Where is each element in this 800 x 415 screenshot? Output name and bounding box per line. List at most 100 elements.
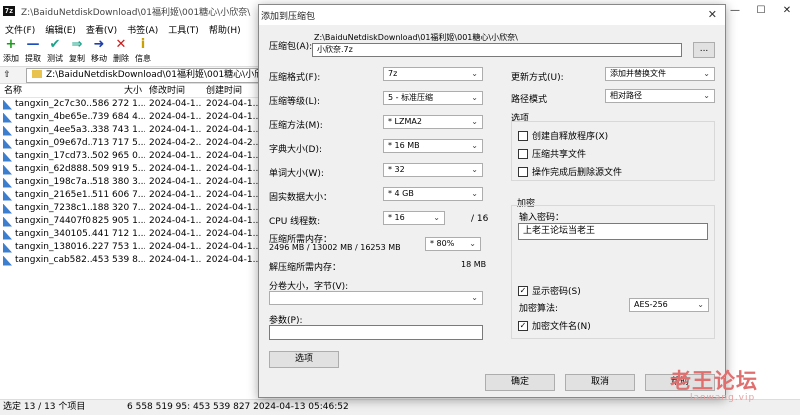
ok-button[interactable]: 确定 xyxy=(485,374,555,391)
password-input[interactable]: 上老王论坛当老王 xyxy=(518,223,708,240)
threads-select[interactable]: * 16 ⌄ xyxy=(383,211,445,225)
checkbox-box xyxy=(518,148,528,159)
show-password-checkbox[interactable]: ✓ 显示密码(S) xyxy=(518,284,581,297)
delete-after-checkbox[interactable]: 操作完成后删除源文件 xyxy=(518,165,622,178)
file-name: tangxin_2165e1... xyxy=(15,190,92,200)
encryption-method-select[interactable]: AES-256 ⌄ xyxy=(629,298,709,312)
file-name: tangxin_74407f0... xyxy=(15,216,92,226)
delete-button[interactable]: ✕ 删除 xyxy=(110,37,132,65)
menu-help[interactable]: 帮助(H) xyxy=(204,23,246,36)
up-folder-icon[interactable]: ⇧ xyxy=(0,70,14,80)
shared-files-checkbox[interactable]: 压缩共享文件 xyxy=(518,147,586,160)
menu-file[interactable]: 文件(F) xyxy=(0,23,40,36)
maximize-icon[interactable]: ☐ xyxy=(748,0,774,22)
parameters-input[interactable] xyxy=(269,325,483,340)
copy-label: 复制 xyxy=(69,54,85,63)
video-file-icon xyxy=(3,138,12,149)
sfx-checkbox[interactable]: 创建自释放程序(X) xyxy=(518,129,608,142)
move-icon: ➜ xyxy=(93,37,105,52)
move-button[interactable]: ➜ 移动 xyxy=(88,37,110,65)
archive-name-input[interactable]: 小欣奈.7z xyxy=(312,43,682,57)
encryption-method-value: AES-256 xyxy=(634,300,668,309)
file-mtime-cell: 2024-04-1... xyxy=(149,242,202,252)
column-name[interactable]: 名称 xyxy=(0,85,92,97)
table-row[interactable]: tangxin_17cd73... 502 965 0... 2024-04-1..… xyxy=(0,150,260,163)
video-file-icon xyxy=(3,229,12,240)
table-row[interactable]: tangxin_09e67d... 713 717 5... 2024-04-2..… xyxy=(0,137,260,150)
close-icon[interactable]: ✕ xyxy=(774,0,800,22)
file-name-cell: tangxin_2c7c30... xyxy=(0,98,92,111)
shared-files-label: 压缩共享文件 xyxy=(532,150,587,160)
column-created[interactable]: 创建时间 xyxy=(202,85,260,97)
file-size-cell: 509 919 5... xyxy=(92,164,145,174)
table-row[interactable]: tangxin_340105... 441 712 1... 2024-04-1..… xyxy=(0,228,260,241)
column-modified[interactable]: 修改时间 xyxy=(145,85,202,97)
memory-percent-select[interactable]: * 80% ⌄ xyxy=(425,237,481,251)
dictionary-value: * 16 MB xyxy=(388,141,420,150)
test-button[interactable]: ✔ 测试 xyxy=(44,37,66,65)
browse-button[interactable]: ... xyxy=(693,42,715,58)
table-row[interactable]: tangxin_4ee5a3... 338 743 1... 2024-04-1..… xyxy=(0,124,260,137)
add-icon: + xyxy=(5,37,17,52)
extract-icon: — xyxy=(26,37,40,52)
info-button[interactable]: i 信息 xyxy=(132,37,154,65)
decompress-memory-label: 解压缩所需内存： xyxy=(269,263,342,273)
file-name: tangxin_138016... xyxy=(15,242,92,252)
column-size[interactable]: 大小 xyxy=(92,85,145,97)
file-size-cell: 511 606 7... xyxy=(92,190,145,200)
status-selection: 选定 13 / 13 个项目 xyxy=(3,402,86,412)
show-password-label: 显示密码(S) xyxy=(532,287,581,297)
threads-label: CPU 线程数: xyxy=(269,217,321,227)
method-select[interactable]: * LZMA2 ⌄ xyxy=(383,115,483,129)
table-row[interactable]: tangxin_62d888... 509 919 5... 2024-04-1..… xyxy=(0,163,260,176)
table-row[interactable]: tangxin_198c7a... 518 380 3... 2024-04-1..… xyxy=(0,176,260,189)
word-size-value: * 32 xyxy=(388,165,405,174)
table-row[interactable]: tangxin_cab582... 453 539 8... 2024-04-1..… xyxy=(0,254,260,267)
file-name: tangxin_2c7c30... xyxy=(15,99,92,109)
close-icon[interactable]: ✕ xyxy=(708,8,717,21)
chevron-down-icon: ⌄ xyxy=(471,69,478,78)
table-row[interactable]: tangxin_2c7c30... 586 272 1... 2024-04-1..… xyxy=(0,98,260,111)
add-button[interactable]: + 添加 xyxy=(0,37,22,65)
word-size-select[interactable]: * 32 ⌄ xyxy=(383,163,483,177)
table-row[interactable]: tangxin_7238c1... 188 320 7... 2024-04-1..… xyxy=(0,202,260,215)
file-name: tangxin_4be65e... xyxy=(15,112,92,122)
table-row[interactable]: tangxin_4be65e... 739 684 4... 2024-04-1..… xyxy=(0,111,260,124)
menu-view[interactable]: 查看(V) xyxy=(81,23,122,36)
volume-size-select[interactable]: ⌄ xyxy=(269,291,483,305)
file-list: 名称 大小 修改时间 创建时间 tangxin_2c7c30... 586 272… xyxy=(0,85,260,397)
solid-block-value: * 4 GB xyxy=(388,189,414,198)
video-file-icon xyxy=(3,190,12,201)
table-row[interactable]: tangxin_2165e1... 511 606 7... 2024-04-1..… xyxy=(0,189,260,202)
file-name-cell: tangxin_4be65e... xyxy=(0,111,92,124)
update-mode-select[interactable]: 添加并替换文件 ⌄ xyxy=(605,67,715,81)
table-row[interactable]: tangxin_74407f0... 825 905 1... 2024-04-1.… xyxy=(0,215,260,228)
path-mode-select[interactable]: 相对路径 ⌄ xyxy=(605,89,715,103)
dictionary-select[interactable]: * 16 MB ⌄ xyxy=(383,139,483,153)
app-icon: 7z xyxy=(3,6,15,16)
options-button[interactable]: 选项 xyxy=(269,351,339,368)
menu-bookmarks[interactable]: 书签(A) xyxy=(122,23,163,36)
menu-edit[interactable]: 编辑(E) xyxy=(40,23,81,36)
file-name: tangxin_17cd73... xyxy=(15,151,92,161)
extract-label: 提取 xyxy=(25,54,41,63)
copy-button[interactable]: ⇒ 复制 xyxy=(66,37,88,65)
menu-tools[interactable]: 工具(T) xyxy=(163,23,204,36)
update-mode-label: 更新方式(U): xyxy=(511,73,564,83)
format-select[interactable]: 7z ⌄ xyxy=(383,67,483,81)
level-select[interactable]: 5 - 标准压缩 ⌄ xyxy=(383,91,483,105)
file-ctime-cell: 2024-04-1... xyxy=(206,216,260,226)
solid-block-select[interactable]: * 4 GB ⌄ xyxy=(383,187,483,201)
extract-button[interactable]: — 提取 xyxy=(22,37,44,65)
table-row[interactable]: tangxin_138016... 227 753 1... 2024-04-1..… xyxy=(0,241,260,254)
file-size-cell: 518 380 3... xyxy=(92,177,145,187)
fm-window-title: Z:\BaiduNetdiskDownload\01福利姬\001糖心\小欣奈\ xyxy=(21,7,251,18)
threads-total: / 16 xyxy=(471,214,489,224)
encrypt-names-checkbox[interactable]: ✓ 加密文件名(N) xyxy=(518,319,591,332)
path-field[interactable]: Z:\BaiduNetdiskDownload\01福利姬\001糖心\小欣奈\ xyxy=(26,67,260,83)
cancel-button[interactable]: 取消 xyxy=(565,374,635,391)
chevron-down-icon: ⌄ xyxy=(471,165,478,174)
level-value: 5 - 标准压缩 xyxy=(388,93,434,102)
format-value: 7z xyxy=(388,69,398,78)
dialog-titlebar: 添加到压缩包 ✕ xyxy=(259,5,725,25)
